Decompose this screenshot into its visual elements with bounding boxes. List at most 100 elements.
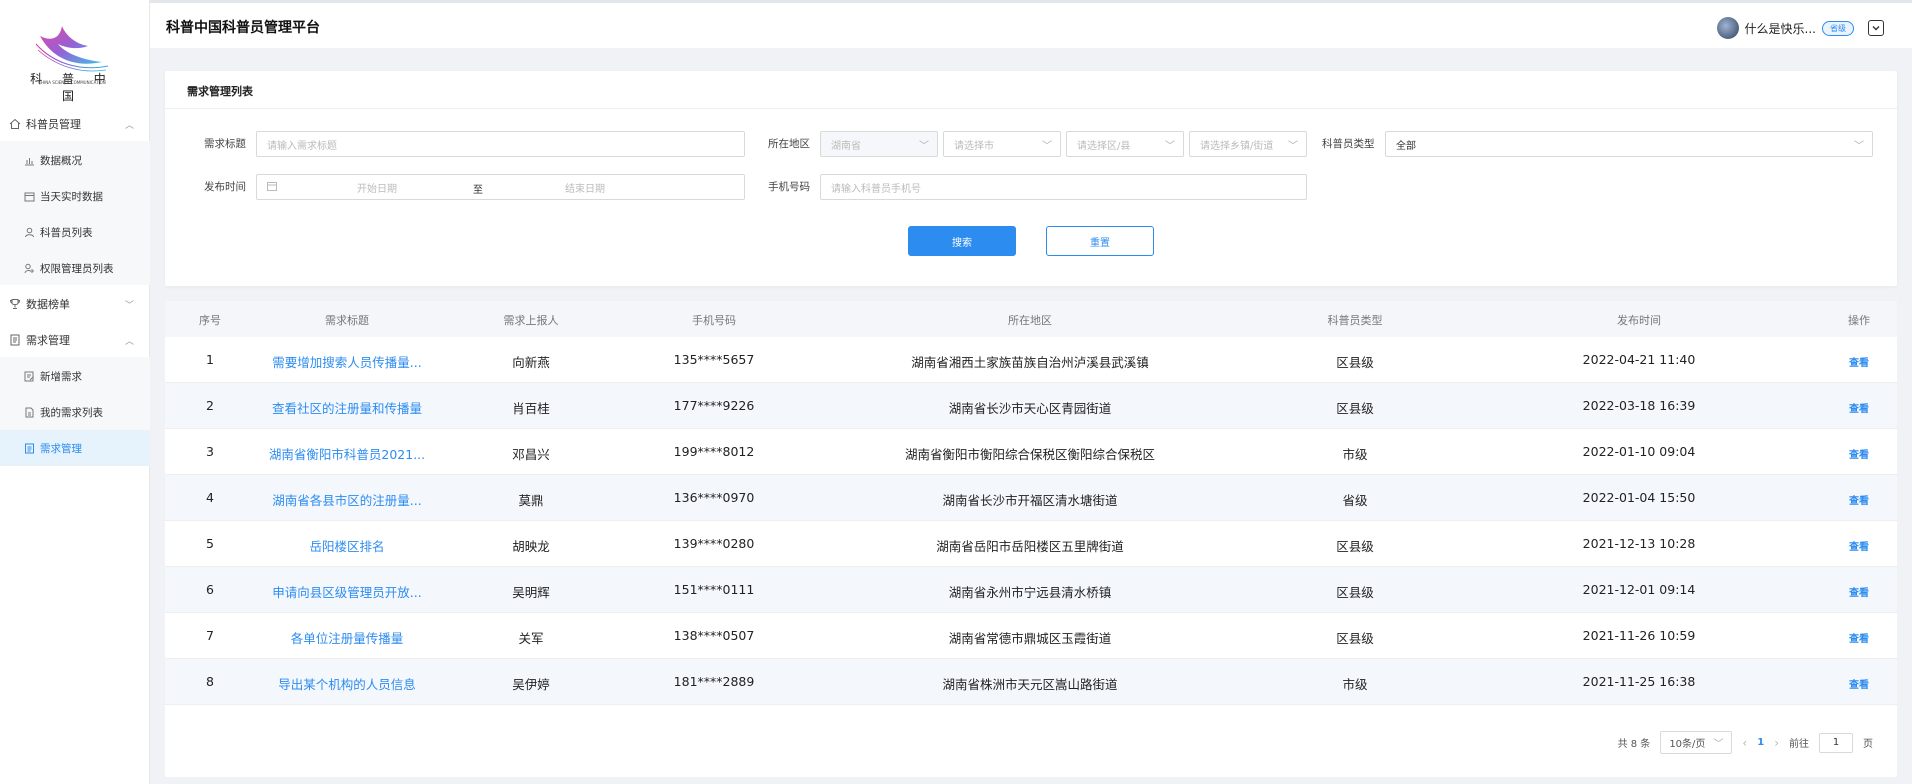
cell-region: 湖南省湘西土家族苗族自治州泸溪县武溪镇 xyxy=(911,355,1149,370)
cell-kepu-type: 区县级 xyxy=(1336,539,1374,554)
sidebar-item-new-demand[interactable]: 新增需求 xyxy=(0,358,150,394)
date-range-picker[interactable]: 开始日期 至 结束日期 xyxy=(256,174,745,200)
cell-kepu-type: 省级 xyxy=(1342,493,1368,508)
bar-chart-icon xyxy=(22,153,36,167)
goto-label: 前往 xyxy=(1789,739,1809,750)
start-date-placeholder[interactable]: 开始日期 xyxy=(357,180,397,195)
type-label: 科普员类型 xyxy=(1322,138,1375,150)
menu-group-kepu-manage[interactable]: 科普员管理 ︿ xyxy=(0,107,150,141)
demand-title-link[interactable]: 需要增加搜索人员传播量... xyxy=(272,352,421,371)
demand-title-link[interactable]: 查看社区的注册量和传播量 xyxy=(272,398,422,417)
user-menu[interactable]: 什么是快乐... 省级 xyxy=(1716,17,1884,39)
demand-title-link[interactable]: 导出某个机构的人员信息 xyxy=(278,674,416,693)
town-select[interactable]: 请选择乡镇/街道 ﹀ xyxy=(1189,131,1307,157)
chevron-down-icon: ﹀ xyxy=(1854,141,1864,152)
pagination: 共 8 条 10条/页 ﹀ ‹ 1 › 前往 1 页 xyxy=(1618,731,1873,754)
cell-reporter: 吴伊婷 xyxy=(512,677,550,692)
sidebar-item-realtime-data[interactable]: 当天实时数据 xyxy=(0,178,150,214)
province-value: 湖南省 xyxy=(831,140,861,152)
cell-phone: 138****0507 xyxy=(673,628,755,643)
cell-phone: 136****0970 xyxy=(673,490,755,505)
table-row: 6 申请向县区级管理员开放... 吴明辉 151****0111 湖南省永州市宁远县清水… xyxy=(165,567,1897,613)
col-header: 序号 xyxy=(199,314,221,327)
cell-index: 5 xyxy=(206,536,214,551)
district-select[interactable]: 请选择区/县 ﹀ xyxy=(1066,131,1184,157)
page-size-value: 10条/页 xyxy=(1669,739,1706,750)
top-header: 科普中国科普员管理平台 什么是快乐... 省级 xyxy=(150,0,1912,48)
chevron-down-icon: ﹀ xyxy=(919,141,929,152)
calendar-icon xyxy=(22,189,36,203)
sidebar-item-data-overview[interactable]: 数据概况 xyxy=(0,142,150,178)
table-header: 序号 需求标题 需求上报人 手机号码 所在地区 科普员类型 发布时间 操作 xyxy=(165,301,1897,337)
edit-icon xyxy=(22,369,36,383)
goto-page-input[interactable]: 1 xyxy=(1819,732,1853,753)
demand-title-link[interactable]: 岳阳楼区排名 xyxy=(309,536,384,555)
cell-kepu-type: 区县级 xyxy=(1336,631,1374,646)
search-button[interactable]: 搜索 xyxy=(908,226,1016,256)
cell-publish-time: 2021-12-13 10:28 xyxy=(1582,536,1696,551)
next-page-icon[interactable]: › xyxy=(1774,736,1779,750)
logo-text: 科 普 中 国 xyxy=(30,72,114,103)
avatar[interactable] xyxy=(1716,17,1739,39)
chevron-down-icon[interactable] xyxy=(1868,20,1884,36)
date-label: 发布时间 xyxy=(204,181,246,193)
col-header: 发布时间 xyxy=(1617,314,1661,327)
view-link[interactable]: 查看 xyxy=(1849,400,1869,415)
reset-button[interactable]: 重置 xyxy=(1046,226,1154,256)
menu-group-data-ranking[interactable]: 数据榜单 ﹀ xyxy=(0,287,150,321)
card-title: 需求管理列表 xyxy=(187,85,253,98)
view-link[interactable]: 查看 xyxy=(1849,676,1869,691)
phone-label: 手机号码 xyxy=(768,181,810,193)
cell-phone: 181****2889 xyxy=(673,674,755,689)
view-link[interactable]: 查看 xyxy=(1849,354,1869,369)
city-select[interactable]: 请选择市 ﹀ xyxy=(943,131,1061,157)
calendar-icon xyxy=(267,181,277,194)
view-link[interactable]: 查看 xyxy=(1849,630,1869,645)
sidebar-item-kepu-list[interactable]: 科普员列表 xyxy=(0,214,150,250)
cell-index: 1 xyxy=(206,352,214,367)
demand-title-input[interactable]: 请输入需求标题 xyxy=(256,131,745,157)
user-name[interactable]: 什么是快乐... xyxy=(1745,20,1816,37)
file-icon xyxy=(22,405,36,419)
view-link[interactable]: 查看 xyxy=(1849,446,1869,461)
role-badge: 省级 xyxy=(1822,20,1854,36)
sidebar-item-demand-manage[interactable]: 需求管理 xyxy=(0,430,150,466)
cell-publish-time: 2021-11-26 10:59 xyxy=(1582,628,1696,643)
sidebar-item-my-demands[interactable]: 我的需求列表 xyxy=(0,394,150,430)
cell-reporter: 莫鼎 xyxy=(518,493,544,508)
sidebar: 科 普 中 国 CHINA SCIENCE COMMUNICATION 科普员管… xyxy=(0,0,150,784)
chevron-down-icon: ﹀ xyxy=(1165,141,1175,152)
page-size-select[interactable]: 10条/页 ﹀ xyxy=(1660,731,1733,754)
demand-table: 序号 需求标题 需求上报人 手机号码 所在地区 科普员类型 发布时间 操作 1 需… xyxy=(165,301,1897,777)
cell-reporter: 邓昌兴 xyxy=(512,447,550,462)
sidebar-item-permission-admins[interactable]: 权限管理员列表 xyxy=(0,250,150,286)
view-link[interactable]: 查看 xyxy=(1849,492,1869,507)
demand-title-link[interactable]: 各单位注册量传播量 xyxy=(291,628,404,647)
phone-input[interactable]: 请输入科普员手机号 xyxy=(820,174,1307,200)
cell-phone: 151****0111 xyxy=(673,582,755,597)
current-page[interactable]: 1 xyxy=(1757,737,1764,748)
cell-publish-time: 2022-01-10 09:04 xyxy=(1582,444,1696,459)
cell-region: 湖南省长沙市开福区清水塘街道 xyxy=(942,493,1118,508)
placeholder: 请输入需求标题 xyxy=(267,140,337,152)
col-header: 需求上报人 xyxy=(503,314,559,327)
kepu-type-select[interactable]: 全部 ﹀ xyxy=(1385,131,1873,157)
view-link[interactable]: 查看 xyxy=(1849,584,1869,599)
chevron-down-icon: ﹀ xyxy=(1713,739,1724,750)
demand-title-link[interactable]: 湖南省衡阳市科普员2021... xyxy=(269,444,425,463)
trophy-icon xyxy=(8,297,22,311)
total-count: 共 8 条 xyxy=(1617,739,1651,750)
demand-title-link[interactable]: 湖南省各县市区的注册量... xyxy=(272,490,421,509)
cell-index: 2 xyxy=(206,398,214,413)
demand-title-link[interactable]: 申请向县区级管理员开放... xyxy=(272,582,421,601)
col-header: 手机号码 xyxy=(692,314,736,327)
cell-region: 湖南省衡阳市衡阳综合保税区衡阳综合保税区 xyxy=(904,447,1156,462)
table-row: 3 湖南省衡阳市科普员2021... 邓昌兴 199****8012 湖南省衡阳市衡阳综… xyxy=(165,429,1897,475)
prev-page-icon[interactable]: ‹ xyxy=(1742,736,1747,750)
menu-group-demand-manage[interactable]: 需求管理 ︿ xyxy=(0,323,150,357)
divider xyxy=(165,108,1897,109)
view-link[interactable]: 查看 xyxy=(1849,538,1869,553)
end-date-placeholder[interactable]: 结束日期 xyxy=(565,180,605,195)
cell-region: 湖南省常德市鼎城区玉霞街道 xyxy=(948,631,1112,646)
chevron-down-icon: ﹀ xyxy=(1042,141,1052,152)
